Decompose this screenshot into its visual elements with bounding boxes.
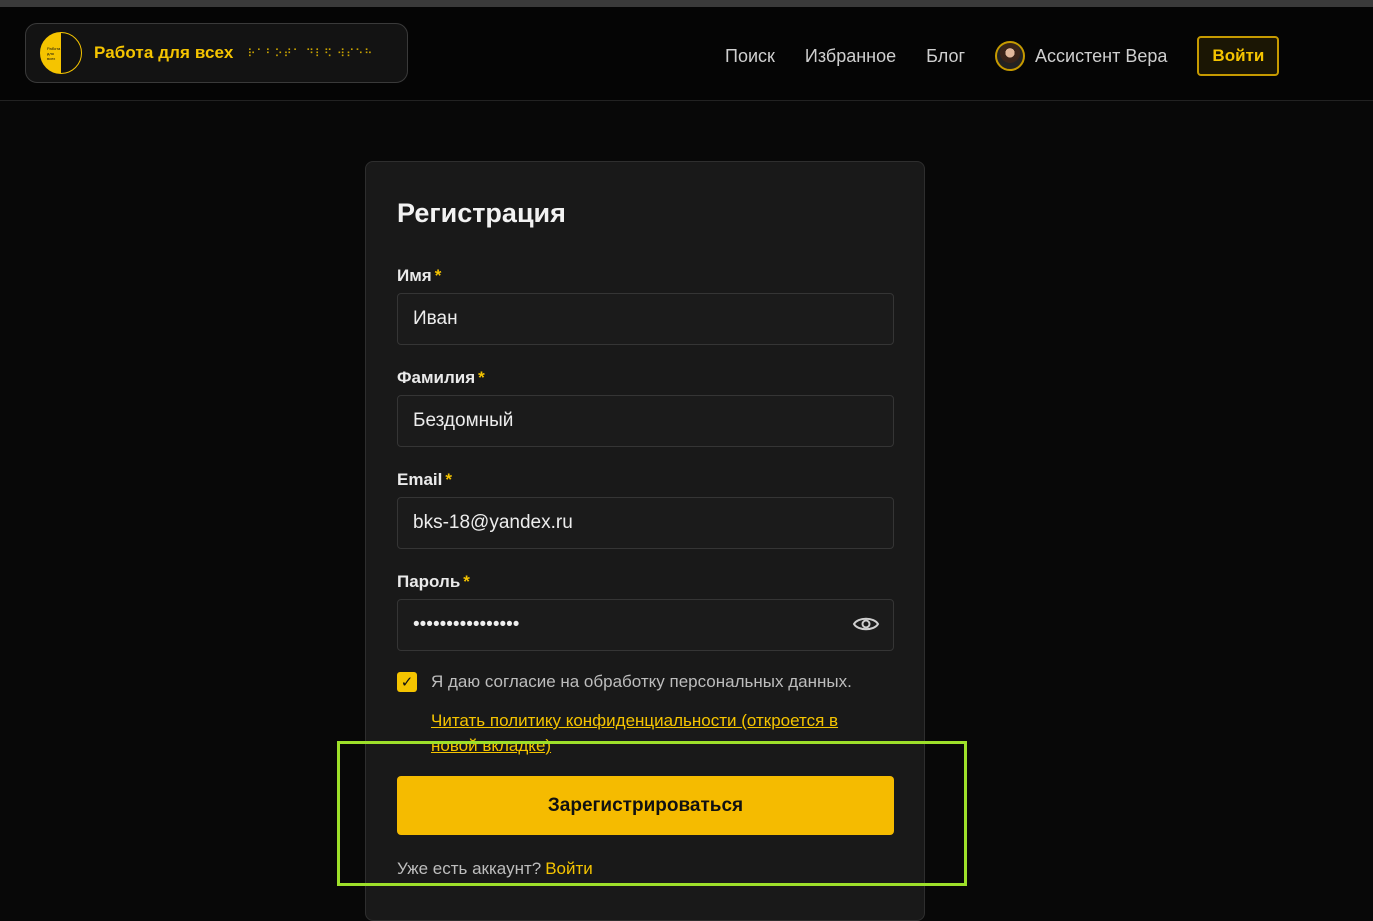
password-label-text: Пароль bbox=[397, 572, 461, 591]
registration-card: Регистрация Имя* Фамилия* Email* Пароль*… bbox=[365, 161, 925, 921]
brand-name: Работа для всех bbox=[94, 43, 234, 62]
password-input[interactable] bbox=[397, 599, 894, 651]
required-mark: * bbox=[463, 572, 470, 591]
nav-favorites-link[interactable]: Избранное bbox=[805, 46, 896, 67]
first-name-label: Имя * bbox=[397, 266, 441, 286]
check-icon: ✓ bbox=[400, 674, 414, 691]
last-name-input[interactable] bbox=[397, 395, 894, 447]
password-label: Пароль * bbox=[397, 572, 470, 592]
register-button[interactable]: Зарегистрироваться bbox=[397, 776, 894, 835]
consent-row: ✓ Я даю согласие на обработку персональн… bbox=[397, 672, 852, 692]
last-name-label: Фамилия * bbox=[397, 368, 485, 388]
consent-checkbox[interactable]: ✓ bbox=[397, 672, 417, 692]
first-name-input[interactable] bbox=[397, 293, 894, 345]
nav-blog-link[interactable]: Блог bbox=[926, 46, 965, 67]
last-name-label-text: Фамилия bbox=[397, 368, 476, 387]
required-mark: * bbox=[434, 266, 442, 285]
eye-icon[interactable] bbox=[852, 614, 880, 634]
assistant-link[interactable]: Ассистент Вера bbox=[995, 41, 1167, 71]
login-prompt: Уже есть аккаунт? Войти bbox=[397, 859, 593, 879]
consent-text: Я даю согласие на обработку персональных… bbox=[431, 672, 852, 691]
assistant-avatar bbox=[995, 41, 1026, 71]
first-name-label-text: Имя bbox=[397, 266, 432, 285]
email-label: Email * bbox=[397, 470, 452, 490]
privacy-policy-link[interactable]: Читать политику конфиденциальности (откр… bbox=[431, 708, 861, 758]
assistant-label: Ассистент Вера bbox=[1035, 45, 1168, 66]
required-mark: * bbox=[445, 470, 452, 489]
email-label-text: Email bbox=[397, 470, 443, 489]
logo-mini-text: Работа для всех bbox=[47, 46, 61, 61]
required-mark: * bbox=[478, 368, 485, 387]
site-header: Работа для всех Работа для всех ⠗⠁⠃⠕⠞⠁ ⠙… bbox=[0, 7, 1373, 101]
have-account-text: Уже есть аккаунт? bbox=[397, 859, 542, 878]
login-link[interactable]: Войти bbox=[545, 859, 593, 878]
email-input[interactable] bbox=[397, 497, 894, 549]
nav-search-link[interactable]: Поиск bbox=[725, 46, 775, 67]
brand-braille-text: ⠗⠁⠃⠕⠞⠁ ⠙⠇⠫ ⠺⠎⠑⠓ bbox=[247, 47, 374, 60]
logo-icon: Работа для всех bbox=[40, 32, 82, 74]
window-top-bar bbox=[0, 0, 1373, 7]
main-nav: Поиск Избранное Блог Ассистент Вера Войт… bbox=[725, 36, 1280, 76]
page-title: Регистрация bbox=[397, 198, 566, 228]
brand-logo-link[interactable]: Работа для всех Работа для всех ⠗⠁⠃⠕⠞⠁ ⠙… bbox=[25, 23, 408, 83]
header-login-button[interactable]: Войти bbox=[1197, 36, 1280, 76]
